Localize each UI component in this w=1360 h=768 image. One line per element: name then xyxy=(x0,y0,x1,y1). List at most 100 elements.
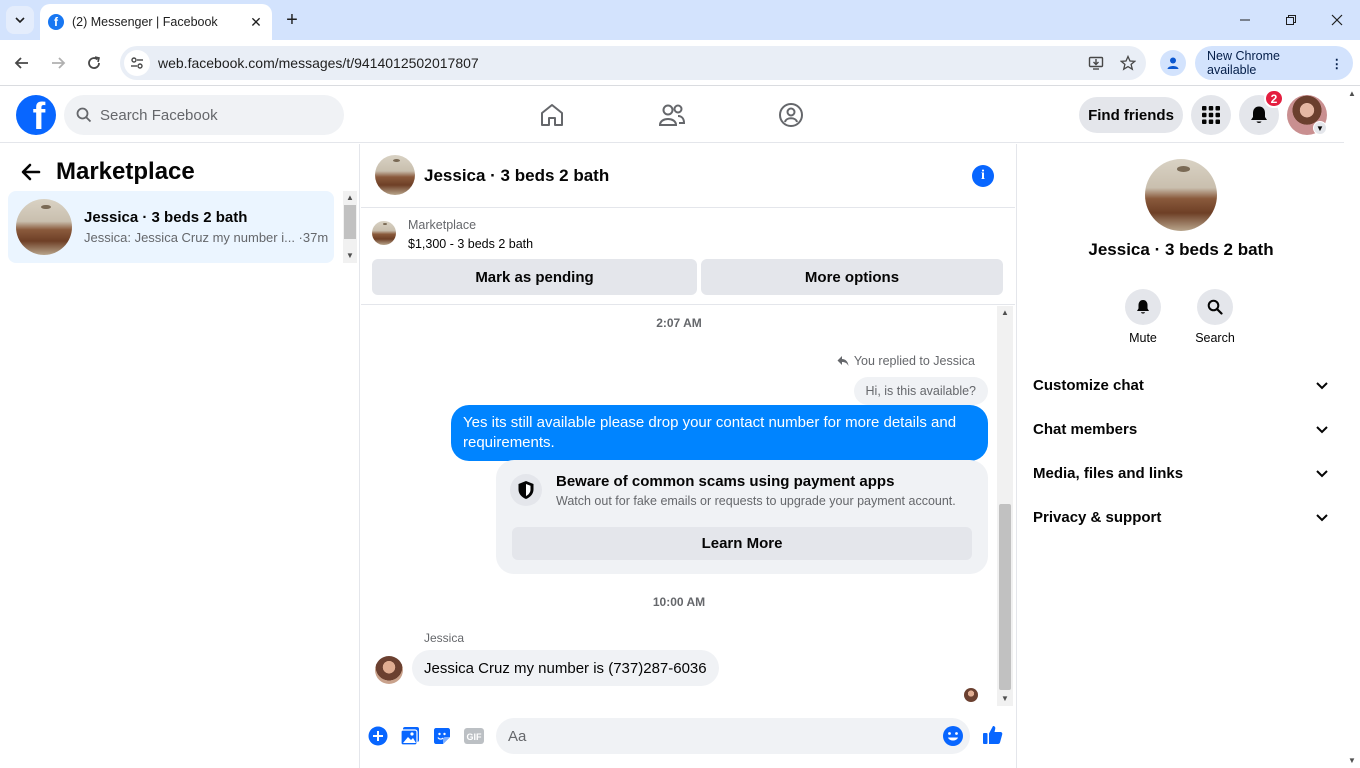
reload-button[interactable] xyxy=(80,49,108,77)
incoming-message[interactable]: Jessica Cruz my number is (737)287-6036 xyxy=(412,650,719,686)
marketplace-listing-banner: Marketplace $1,300 - 3 beds 2 bath Mark … xyxy=(361,209,1015,305)
svg-text:GIF: GIF xyxy=(467,732,483,742)
tab-title: (2) Messenger | Facebook xyxy=(72,15,218,29)
browser-tab[interactable]: f (2) Messenger | Facebook ✕ xyxy=(40,4,272,40)
site-info-icon[interactable] xyxy=(124,50,150,76)
close-window-button[interactable] xyxy=(1314,0,1360,40)
listing-kind: Marketplace xyxy=(408,218,477,232)
chrome-profile-icon[interactable] xyxy=(1160,50,1186,76)
scroll-up-arrow-icon[interactable]: ▲ xyxy=(997,306,1013,320)
media-files-links-section[interactable]: Media, files and links xyxy=(1033,451,1329,495)
facebook-logo-icon[interactable]: f xyxy=(16,95,56,135)
listing-thumbnail xyxy=(16,199,72,255)
browser-tabstrip: f (2) Messenger | Facebook ✕ + xyxy=(0,0,1360,40)
home-nav-button[interactable] xyxy=(536,99,568,131)
address-bar[interactable]: web.facebook.com/messages/t/941401250201… xyxy=(120,46,1146,80)
account-chevron-down-icon[interactable]: ▼ xyxy=(1313,121,1327,135)
quoted-message[interactable]: Hi, is this available? xyxy=(853,377,988,405)
find-friends-button[interactable]: Find friends xyxy=(1079,97,1183,133)
search-in-conversation-button[interactable]: Search xyxy=(1185,289,1245,345)
mute-label: Mute xyxy=(1129,331,1157,345)
timestamp: 2:07 AM xyxy=(656,316,702,330)
learn-more-button[interactable]: Learn More xyxy=(512,527,972,560)
restore-icon xyxy=(1286,15,1296,25)
bell-icon xyxy=(1251,106,1267,123)
message-input-box[interactable] xyxy=(496,718,970,754)
details-name: Jessica · 3 beds 2 bath xyxy=(1088,240,1274,259)
conversation-item[interactable]: Jessica · 3 beds 2 bath Jessica: Jessica… xyxy=(8,191,334,263)
conversation-avatar[interactable] xyxy=(375,155,415,195)
sender-avatar[interactable] xyxy=(375,656,403,684)
search-label: Search xyxy=(1195,331,1235,345)
close-tab-icon[interactable]: ✕ xyxy=(246,12,266,32)
section-label: Privacy & support xyxy=(1033,508,1162,526)
conversation-title[interactable]: Jessica · 3 beds 2 bath xyxy=(424,166,609,186)
chevron-down-icon xyxy=(15,17,25,24)
scrollbar-thumb[interactable] xyxy=(999,504,1011,690)
arrow-left-icon xyxy=(21,163,41,181)
update-label: New Chrome available xyxy=(1207,49,1280,77)
arrow-left-icon xyxy=(14,57,28,69)
url-text: web.facebook.com/messages/t/941401250201… xyxy=(158,55,479,71)
friends-nav-button[interactable] xyxy=(656,99,688,131)
message-input[interactable] xyxy=(508,727,928,745)
customize-chat-section[interactable]: Customize chat xyxy=(1033,363,1329,407)
search-icon xyxy=(1197,289,1233,325)
listing-thumbnail[interactable] xyxy=(372,221,396,245)
thumbs-up-icon[interactable] xyxy=(981,723,1005,747)
new-tab-button[interactable]: + xyxy=(281,9,303,31)
chevron-down-icon xyxy=(1316,470,1328,478)
privacy-support-section[interactable]: Privacy & support xyxy=(1033,495,1329,539)
sidebar-header: Marketplace xyxy=(16,156,195,188)
listing-price[interactable]: $1,300 - 3 beds 2 bath xyxy=(408,237,533,251)
chevron-down-icon xyxy=(1316,382,1328,390)
scam-warning-subtitle: Watch out for fake emails or requests to… xyxy=(556,494,956,508)
sticker-icon[interactable] xyxy=(431,725,453,747)
details-avatar[interactable] xyxy=(1145,159,1217,231)
shield-icon xyxy=(510,474,542,506)
more-actions-plus-icon[interactable] xyxy=(367,725,389,747)
section-label: Customize chat xyxy=(1033,376,1144,394)
emoji-icon[interactable] xyxy=(942,725,964,747)
restore-button[interactable] xyxy=(1268,0,1314,40)
new-chrome-available-button[interactable]: New Chrome available ⋮ xyxy=(1195,46,1353,80)
back-button[interactable] xyxy=(8,49,36,77)
outgoing-message[interactable]: Yes its still available please drop your… xyxy=(451,405,988,461)
minimize-button[interactable] xyxy=(1222,0,1268,40)
scroll-up-arrow-icon[interactable]: ▲ xyxy=(1344,87,1360,101)
message-composer: GIF xyxy=(361,716,1015,758)
menu-button[interactable] xyxy=(1191,95,1231,135)
reload-icon xyxy=(88,56,100,69)
gif-icon[interactable]: GIF xyxy=(463,725,485,747)
facebook-search-input[interactable] xyxy=(100,106,320,124)
groups-icon xyxy=(779,103,803,127)
page-scrollbar[interactable]: ▲ ▼ xyxy=(1344,87,1360,768)
forward-button[interactable] xyxy=(44,49,72,77)
install-app-icon[interactable] xyxy=(1082,49,1110,77)
facebook-header: f Find friends 2 ▼ xyxy=(0,87,1344,143)
scroll-down-arrow-icon[interactable]: ▼ xyxy=(343,249,357,263)
sidebar-scrollbar[interactable]: ▲ ▼ xyxy=(343,191,357,263)
groups-nav-button[interactable] xyxy=(775,99,807,131)
conversation-header: Jessica · 3 beds 2 bath i xyxy=(361,144,1015,208)
mute-button[interactable]: Mute xyxy=(1113,289,1173,345)
tab-search-button[interactable] xyxy=(6,6,34,34)
facebook-search[interactable] xyxy=(64,95,344,135)
bookmark-star-icon[interactable] xyxy=(1114,49,1142,77)
info-icon[interactable]: i xyxy=(972,165,994,187)
attach-photo-icon[interactable] xyxy=(399,725,421,747)
timestamp: 10:00 AM xyxy=(652,595,706,609)
reply-icon xyxy=(837,356,849,366)
scrollbar-thumb[interactable] xyxy=(344,205,356,239)
back-arrow-button[interactable] xyxy=(16,157,46,187)
scroll-down-arrow-icon[interactable]: ▼ xyxy=(997,692,1013,706)
scroll-down-arrow-icon[interactable]: ▼ xyxy=(1344,754,1360,768)
scroll-up-arrow-icon[interactable]: ▲ xyxy=(343,191,357,205)
conversation-details-panel: Jessica · 3 beds 2 bath Mute Search Cust… xyxy=(1016,144,1344,768)
more-options-button[interactable]: More options xyxy=(701,259,1003,295)
mark-as-pending-button[interactable]: Mark as pending xyxy=(372,259,697,295)
chat-scrollbar[interactable]: ▲ ▼ xyxy=(997,306,1013,706)
chat-members-section[interactable]: Chat members xyxy=(1033,407,1329,451)
more-vert-icon: ⋮ xyxy=(1330,56,1344,71)
chat-list-sidebar: Marketplace Jessica · 3 beds 2 bath Jess… xyxy=(0,144,360,768)
